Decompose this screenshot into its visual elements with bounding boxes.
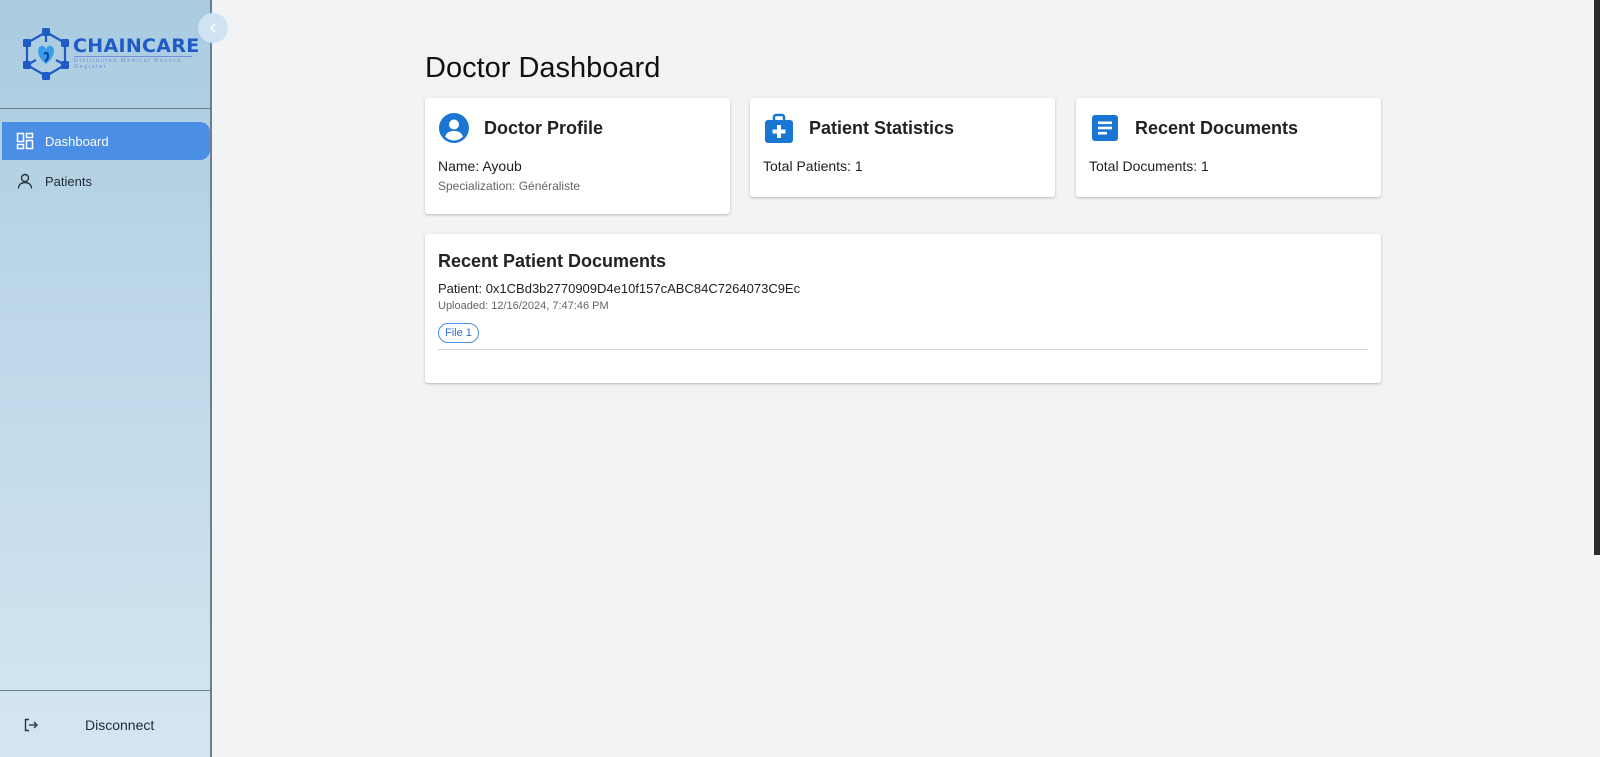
card-title: Recent Documents: [1135, 117, 1299, 138]
brand-name: CHAINCARE: [73, 35, 200, 57]
account-circle-icon: [438, 112, 470, 144]
card-title: Doctor Profile: [484, 117, 604, 138]
collapse-sidebar-button[interactable]: [198, 13, 228, 43]
sidebar: CHAINCARE Distributed Medical Record Reg…: [0, 0, 212, 757]
total-documents: Total Documents: 1: [1089, 158, 1209, 174]
doctor-name: Name: Ayoub: [438, 158, 522, 174]
recent-patient-documents-card: Recent Patient Documents Patient: 0x1CBd…: [425, 234, 1381, 383]
chevron-left-icon: [209, 23, 216, 33]
file-chip[interactable]: File 1: [438, 323, 479, 343]
divider: [438, 349, 1368, 350]
recent-documents-card: Recent Documents Total Documents: 1: [1076, 98, 1381, 197]
sidebar-item-label: Patients: [45, 173, 92, 189]
brand-tagline: Distributed Medical Record Register: [74, 56, 192, 70]
doctor-specialization: Specialization: Généraliste: [438, 179, 581, 193]
logout-icon: [23, 717, 39, 733]
patient-statistics-card: Patient Statistics Total Patients: 1: [750, 98, 1055, 197]
sidebar-footer: Disconnect: [0, 690, 210, 757]
total-patients: Total Patients: 1: [763, 158, 863, 174]
sidebar-item-dashboard[interactable]: Dashboard: [2, 122, 210, 160]
page-scrollbar[interactable]: [1594, 0, 1600, 555]
logo: CHAINCARE Distributed Medical Record Reg…: [0, 0, 210, 109]
section-title: Recent Patient Documents: [438, 251, 667, 271]
page-title: Doctor Dashboard: [425, 52, 661, 84]
doctor-profile-card: Doctor Profile Name: Ayoub Specializatio…: [425, 98, 730, 214]
sidebar-nav: Dashboard Patients: [0, 122, 210, 202]
disconnect-label: Disconnect: [85, 716, 155, 733]
sidebar-item-patients[interactable]: Patients: [0, 162, 210, 200]
document-upload-time: Uploaded: 12/16/2024, 7:47:46 PM: [438, 300, 609, 312]
dashboard-grid-icon: [16, 132, 34, 150]
disconnect-button[interactable]: Disconnect: [0, 691, 210, 757]
logo-network-icon: [23, 28, 69, 80]
medical-bag-icon: [763, 112, 795, 144]
document-patient-address: Patient: 0x1CBd3b2770909D4e10f157cABC84C…: [438, 281, 801, 296]
user-icon: [16, 172, 34, 190]
sidebar-item-label: Dashboard: [45, 133, 109, 149]
card-title: Patient Statistics: [809, 117, 955, 138]
document-icon: [1089, 112, 1121, 144]
